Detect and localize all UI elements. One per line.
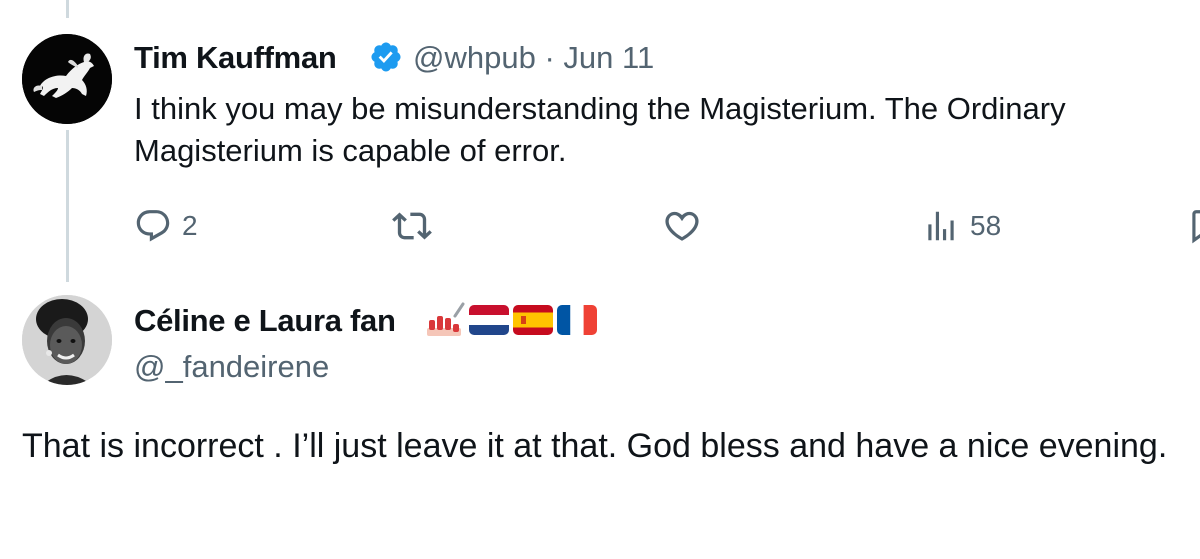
retweet-icon bbox=[392, 212, 432, 240]
author-name[interactable]: Céline e Laura fan bbox=[134, 303, 396, 339]
retweet-button[interactable] bbox=[392, 206, 442, 246]
avatar-tim-kauffman[interactable] bbox=[22, 34, 112, 124]
like-icon bbox=[665, 211, 699, 241]
views-button[interactable]: 58 bbox=[922, 206, 1001, 246]
verified-badge-icon[interactable] bbox=[369, 40, 403, 74]
views-icon bbox=[928, 211, 954, 241]
author-handle[interactable]: @_fandeirene bbox=[134, 349, 329, 385]
bookmark-icon bbox=[1192, 210, 1200, 244]
tweet-text-line1: I think you may be misunderstanding the … bbox=[134, 91, 1066, 126]
separator-dot: · bbox=[544, 40, 555, 75]
handle-text: @whpub bbox=[413, 40, 536, 75]
nail-polish-icon bbox=[427, 302, 465, 336]
name-emoji-group bbox=[425, 302, 597, 338]
tweet-date[interactable]: Jun 11 bbox=[563, 40, 654, 75]
avatar-fandeirene[interactable] bbox=[22, 295, 112, 385]
spain-flag-icon bbox=[513, 305, 553, 335]
thread-line-top bbox=[66, 0, 69, 18]
author-name[interactable]: Tim Kauffman bbox=[134, 40, 337, 76]
like-button[interactable] bbox=[662, 206, 712, 246]
bookmark-button[interactable] bbox=[1186, 206, 1200, 246]
portrait-avatar-image bbox=[22, 295, 112, 385]
horse-avatar-image bbox=[22, 34, 112, 124]
reply-tweet-text: That is incorrect . I’ll just leave it a… bbox=[22, 427, 1168, 465]
reply-icon bbox=[136, 210, 170, 242]
reply-button[interactable]: 2 bbox=[134, 206, 198, 246]
france-flag-icon bbox=[557, 305, 597, 335]
netherlands-flag-icon bbox=[469, 305, 509, 335]
views-count: 58 bbox=[970, 210, 1002, 241]
author-handle[interactable]: @whpub · Jun 11 bbox=[413, 40, 654, 76]
thread-line bbox=[66, 130, 69, 282]
tweet-text-line2: Magisterium is capable of error. bbox=[134, 133, 567, 168]
reply-count: 2 bbox=[182, 210, 198, 241]
tweet-text: I think you may be misunderstanding the … bbox=[134, 88, 1066, 172]
